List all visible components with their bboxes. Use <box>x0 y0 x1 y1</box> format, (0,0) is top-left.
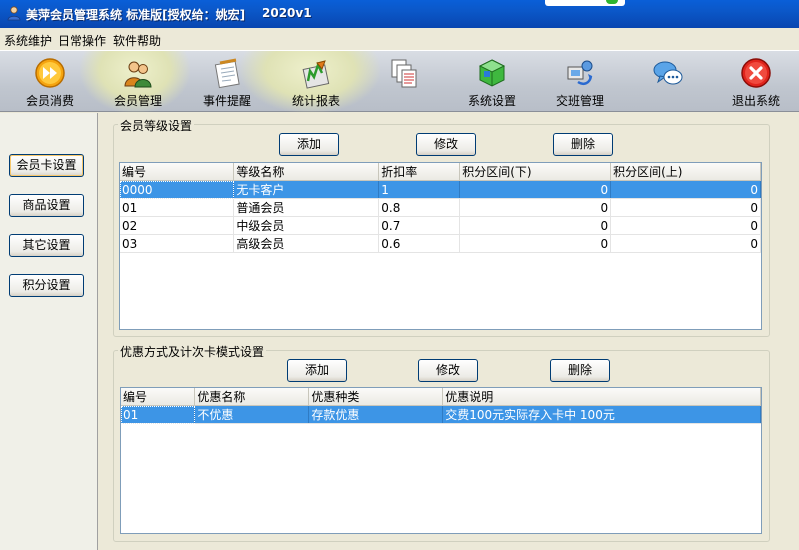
member-level-legend: 会员等级设置 <box>118 117 195 134</box>
toolbar-label: 统计报表 <box>291 94 340 108</box>
column-header[interactable]: 折扣率 <box>378 163 461 181</box>
table-cell: 交费100元实际存入卡中 100元 <box>442 405 761 424</box>
toolbar-label: 会员消费 <box>25 94 74 108</box>
toolbar-chat-button[interactable] <box>628 51 708 113</box>
table-cell: 0 <box>610 216 761 235</box>
toolbar-label: 交班管理 <box>555 94 604 108</box>
table-cell: 0 <box>459 180 612 199</box>
table-cell: 02 <box>120 216 235 235</box>
table-cell: 0 <box>459 198 612 217</box>
column-header[interactable]: 积分区间(上) <box>610 163 761 181</box>
app-user-icon <box>7 6 21 21</box>
reports-icon <box>391 59 417 88</box>
table-cell: 0000 <box>120 180 235 199</box>
toolbar-shift-management-button[interactable]: 交班管理 <box>540 51 620 113</box>
toolbar-label: 事件提醒 <box>202 94 251 108</box>
discount-delete-button[interactable]: 删除 <box>550 359 610 382</box>
discount-mode-legend: 优惠方式及计次卡模式设置 <box>118 343 267 360</box>
table-cell: 0 <box>610 198 761 217</box>
table-cell: 0.8 <box>378 198 461 217</box>
chart-icon <box>302 60 330 89</box>
level-delete-button[interactable]: 删除 <box>553 133 613 156</box>
member-level-group: 会员等级设置 添加 修改 删除 编号 等级名称 折扣率 积分区间(下) 积分区间… <box>113 117 770 337</box>
chat-icon <box>653 61 683 85</box>
sidebar-other-settings-button[interactable]: 其它设置 <box>9 234 84 257</box>
table-cell: 中级会员 <box>233 216 380 235</box>
menu-system-maintenance[interactable]: 系统维护 <box>4 32 52 49</box>
discount-edit-button[interactable]: 修改 <box>418 359 478 382</box>
table-row[interactable]: 01 普通会员 0.8 0 0 <box>120 198 761 217</box>
level-edit-button[interactable]: 修改 <box>416 133 476 156</box>
table-row[interactable]: 0000 无卡客户 1 0 0 <box>120 180 761 199</box>
discount-add-button[interactable]: 添加 <box>287 359 347 382</box>
table-cell: 普通会员 <box>233 198 380 217</box>
toolbar-exit-button[interactable]: 退出系统 <box>716 51 796 113</box>
table-cell: 高级会员 <box>233 234 380 253</box>
table-row[interactable]: 03 高级会员 0.6 0 0 <box>120 234 761 253</box>
sidebar-points-settings-button[interactable]: 积分设置 <box>9 274 84 297</box>
window-version: 2020v1 <box>262 6 312 20</box>
table-cell: 0 <box>610 234 761 253</box>
toolbar-label: 退出系统 <box>731 94 780 108</box>
table-cell: 0.6 <box>378 234 461 253</box>
table-cell: 不优惠 <box>194 405 310 424</box>
table-cell: 0 <box>610 180 761 199</box>
toolbar-label: 系统设置 <box>467 94 516 108</box>
table-row[interactable]: 01 不优惠 存款优惠 交费100元实际存入卡中 100元 <box>121 405 761 424</box>
settings-sidebar: 会员卡设置 商品设置 其它设置 积分设置 <box>0 113 98 550</box>
column-header[interactable]: 编号 <box>120 163 235 181</box>
title-bar: 美萍会员管理系统 标准版[授权给：姚宏] 2020v1 <box>0 0 799 28</box>
shift-icon <box>567 60 593 85</box>
level-add-button[interactable]: 添加 <box>279 133 339 156</box>
column-header[interactable]: 积分区间(下) <box>459 163 612 181</box>
toolbar-event-reminder-button[interactable]: 事件提醒 <box>187 51 267 113</box>
window-title: 美萍会员管理系统 标准版[授权给：姚宏] <box>26 8 246 22</box>
toolbar: 会员消费 会员管理 事件提醒 统计报表 系统设置 交班管理 退出系统 <box>0 50 799 113</box>
table-cell: 03 <box>120 234 235 253</box>
column-header[interactable]: 等级名称 <box>233 163 380 181</box>
members-icon <box>124 61 152 88</box>
table-header-row: 编号 优惠名称 优惠种类 优惠说明 <box>121 388 761 406</box>
menu-daily-operations[interactable]: 日常操作 <box>58 32 106 49</box>
table-cell: 0.7 <box>378 216 461 235</box>
toolbar-system-settings-button[interactable]: 系统设置 <box>452 51 532 113</box>
discount-mode-table[interactable]: 编号 优惠名称 优惠种类 优惠说明 01 不优惠 存款优惠 交费100元实际存入… <box>120 387 762 534</box>
table-header-row: 编号 等级名称 折扣率 积分区间(下) 积分区间(上) <box>120 163 761 181</box>
cube-icon <box>478 59 506 87</box>
toolbar-member-consume-button[interactable]: 会员消费 <box>10 51 90 113</box>
sidebar-member-card-settings-button[interactable]: 会员卡设置 <box>9 154 84 177</box>
column-header[interactable]: 优惠名称 <box>194 388 310 406</box>
main-content: 会员等级设置 添加 修改 删除 编号 等级名称 折扣率 积分区间(下) 积分区间… <box>99 113 799 550</box>
table-cell: 0 <box>459 234 612 253</box>
column-header[interactable]: 优惠种类 <box>308 388 444 406</box>
member-level-table[interactable]: 编号 等级名称 折扣率 积分区间(下) 积分区间(上) 0000 无卡客户 1 … <box>119 162 762 330</box>
discount-mode-group: 优惠方式及计次卡模式设置 添加 修改 删除 编号 优惠名称 优惠种类 优惠说明 … <box>113 343 770 542</box>
table-row[interactable]: 02 中级会员 0.7 0 0 <box>120 216 761 235</box>
toolbar-member-manage-button[interactable]: 会员管理 <box>98 51 178 113</box>
toolbar-reports-button[interactable] <box>364 51 444 113</box>
table-cell: 01 <box>121 405 196 424</box>
notepad-icon <box>214 58 240 89</box>
table-cell: 1 <box>378 180 461 199</box>
toolbar-statistics-report-button[interactable]: 统计报表 <box>276 51 356 113</box>
menu-software-help[interactable]: 软件帮助 <box>113 32 161 49</box>
table-cell: 0 <box>459 216 612 235</box>
sidebar-product-settings-button[interactable]: 商品设置 <box>9 194 84 217</box>
play-icon <box>35 58 65 88</box>
menu-bar: 系统维护 日常操作 软件帮助 <box>0 28 799 50</box>
column-header[interactable]: 编号 <box>121 388 196 406</box>
toolbar-label: 会员管理 <box>113 94 162 108</box>
table-cell: 01 <box>120 198 235 217</box>
table-cell: 存款优惠 <box>308 405 444 424</box>
column-header[interactable]: 优惠说明 <box>442 388 761 406</box>
table-cell: 无卡客户 <box>233 180 380 199</box>
exit-icon <box>741 58 771 88</box>
